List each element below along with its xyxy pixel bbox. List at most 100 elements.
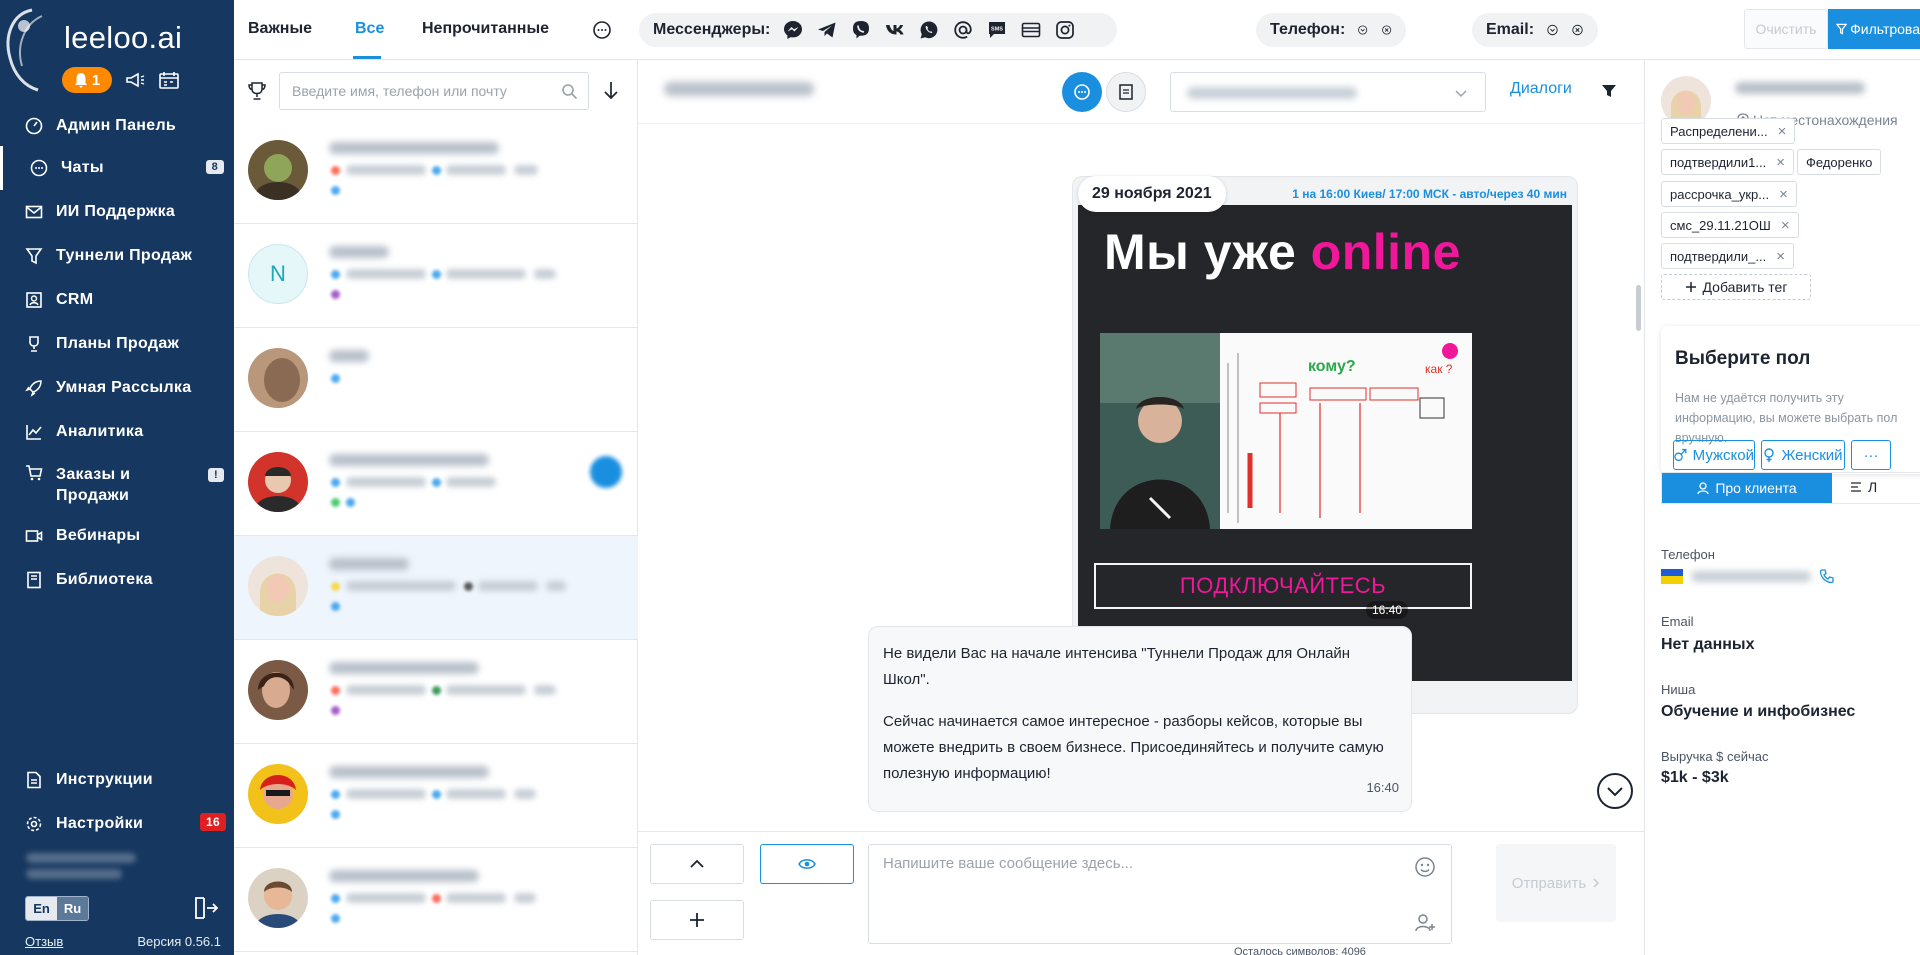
notifications-button[interactable]: 1: [62, 67, 112, 93]
sidebar: leeloo.ai 1 Админ Панель Чаты 8 ИИ Подде…: [0, 0, 234, 955]
contact-card-button[interactable]: [1106, 72, 1146, 112]
viber-icon[interactable]: [850, 19, 872, 41]
email-filter-label: Email:: [1486, 21, 1535, 38]
chat-list-item[interactable]: [234, 848, 638, 952]
funnel-icon[interactable]: [1600, 82, 1618, 100]
filter-button[interactable]: Фильтрова: [1828, 9, 1920, 49]
client-tag[interactable]: Федоренко: [1797, 149, 1882, 175]
message-input[interactable]: [869, 845, 1389, 943]
tag-dot: [331, 686, 340, 695]
emoji-icon[interactable]: [1413, 855, 1437, 879]
close-icon[interactable]: ×: [1778, 123, 1787, 140]
close-icon[interactable]: ×: [1776, 154, 1785, 171]
active-tab-indicator: [353, 56, 381, 59]
chat-list-item[interactable]: [234, 432, 638, 536]
close-icon[interactable]: ×: [1781, 217, 1790, 234]
sms-icon[interactable]: SMS: [986, 19, 1008, 41]
phone-label: Телефон: [1661, 547, 1715, 562]
client-name-blurred: [1735, 82, 1865, 94]
client-tag[interactable]: рассрочка_укр... ×: [1661, 181, 1797, 207]
chat-bubble-icon[interactable]: [591, 19, 613, 41]
instagram-icon[interactable]: [1054, 19, 1076, 41]
chat-list-item-selected[interactable]: [234, 536, 638, 640]
client-tag[interactable]: подтвердили1... ×: [1661, 149, 1794, 175]
tab-all[interactable]: Все: [355, 20, 384, 38]
sidebar-item-sales-plans[interactable]: Планы Продаж: [0, 322, 234, 366]
clear-filters-button[interactable]: Очистить: [1744, 9, 1828, 49]
calendar-icon[interactable]: [158, 70, 180, 90]
sidebar-item-chats[interactable]: Чаты 8: [0, 146, 234, 190]
tab-unread[interactable]: Непрочитанные: [422, 20, 549, 38]
sidebar-item-smart-mailing[interactable]: Умная Рассылка: [0, 366, 234, 410]
wallet-icon[interactable]: [1020, 19, 1042, 41]
chat-tag-blurred: [346, 165, 426, 175]
gender-card-hint: Нам не удаётся получить эту информацию, …: [1675, 391, 1898, 445]
megaphone-icon[interactable]: [124, 70, 146, 90]
phone-call-icon[interactable]: [1819, 568, 1835, 584]
sidebar-item-orders[interactable]: Заказы и Продажи !: [0, 454, 234, 514]
add-user-icon[interactable]: [1413, 911, 1437, 935]
chevron-down-icon: [1455, 90, 1467, 98]
telegram-icon[interactable]: [816, 19, 838, 41]
sidebar-item-instructions[interactable]: Инструкции: [0, 758, 234, 802]
dialogs-link[interactable]: Диалоги: [1510, 80, 1572, 98]
check-circle-icon[interactable]: [1546, 19, 1559, 41]
channel-select[interactable]: [1170, 72, 1486, 112]
sidebar-item-label: CRM: [56, 291, 94, 308]
send-button[interactable]: Отправить: [1496, 844, 1616, 922]
sidebar-item-crm[interactable]: CRM: [0, 278, 234, 322]
scroll-down-icon[interactable]: [1596, 772, 1634, 810]
client-tag[interactable]: подтвердили_... ×: [1661, 243, 1794, 269]
chat-list-item[interactable]: N: [234, 224, 638, 328]
client-tag[interactable]: смс_29.11.21ОШ ×: [1661, 212, 1799, 238]
email-at-icon[interactable]: [952, 19, 974, 41]
sidebar-item-settings[interactable]: Настройки 16: [0, 802, 234, 846]
add-tag-button[interactable]: Добавить тег: [1661, 274, 1811, 300]
close-circle-icon[interactable]: [1571, 19, 1584, 41]
feedback-link[interactable]: Отзыв: [25, 934, 63, 949]
close-circle-icon[interactable]: [1381, 19, 1392, 41]
add-attachment-button[interactable]: [650, 900, 744, 940]
male-button[interactable]: Мужской: [1673, 440, 1755, 470]
check-circle-icon[interactable]: [1357, 19, 1368, 41]
sidebar-item-library[interactable]: Библиотека: [0, 558, 234, 602]
client-tag[interactable]: Распределени... ×: [1661, 118, 1796, 144]
sidebar-item-webinars[interactable]: Вебинары: [0, 514, 234, 558]
chat-list-item[interactable]: [234, 640, 638, 744]
chat-list-item[interactable]: [234, 328, 638, 432]
sort-arrow-icon[interactable]: [600, 79, 622, 101]
search-icon[interactable]: [561, 83, 578, 100]
sidebar-item-sales-funnels[interactable]: Туннели Продаж: [0, 234, 234, 278]
sidebar-item-ai-support[interactable]: ИИ Поддержка: [0, 190, 234, 234]
scrollbar-thumb[interactable]: [1636, 285, 1641, 331]
vk-icon[interactable]: [884, 19, 906, 41]
trophy-icon[interactable]: [246, 80, 268, 102]
tab-about-client[interactable]: Про клиента: [1662, 473, 1832, 503]
female-button[interactable]: Женский: [1761, 440, 1845, 470]
lang-en-button[interactable]: En: [26, 897, 57, 920]
logo-text[interactable]: leeloo.ai: [64, 20, 182, 56]
sidebar-item-admin-panel[interactable]: Админ Панель: [0, 104, 234, 148]
more-options-button[interactable]: ···: [1851, 440, 1891, 470]
chart-icon: [26, 425, 42, 440]
preview-toggle-button[interactable]: [760, 844, 854, 884]
tab-important[interactable]: Важные: [248, 20, 312, 38]
chat-list-item[interactable]: [234, 120, 638, 224]
close-icon[interactable]: ×: [1779, 186, 1788, 203]
collapse-button[interactable]: [650, 844, 744, 884]
messenger-icon[interactable]: [782, 19, 804, 41]
chat-search-input[interactable]: [280, 73, 540, 109]
logout-icon[interactable]: [193, 895, 219, 921]
lang-ru-button[interactable]: Ru: [57, 897, 88, 920]
chat-mode-button[interactable]: [1062, 72, 1102, 112]
whatsapp-icon[interactable]: [918, 19, 940, 41]
user-name-blurred: [26, 853, 136, 863]
presenter-video: [1100, 333, 1220, 529]
close-icon[interactable]: ×: [1776, 248, 1785, 265]
video-icon: [25, 530, 43, 542]
chats-count-badge: 8: [205, 160, 224, 174]
tab-other[interactable]: Л: [1850, 479, 1877, 495]
chat-list-item[interactable]: [234, 744, 638, 848]
sidebar-item-analytics[interactable]: Аналитика: [0, 410, 234, 454]
webinar-banner-image[interactable]: Мы уже online кому? как ? ПОДКЛЮЧАЙТЕСЬ: [1078, 205, 1572, 681]
